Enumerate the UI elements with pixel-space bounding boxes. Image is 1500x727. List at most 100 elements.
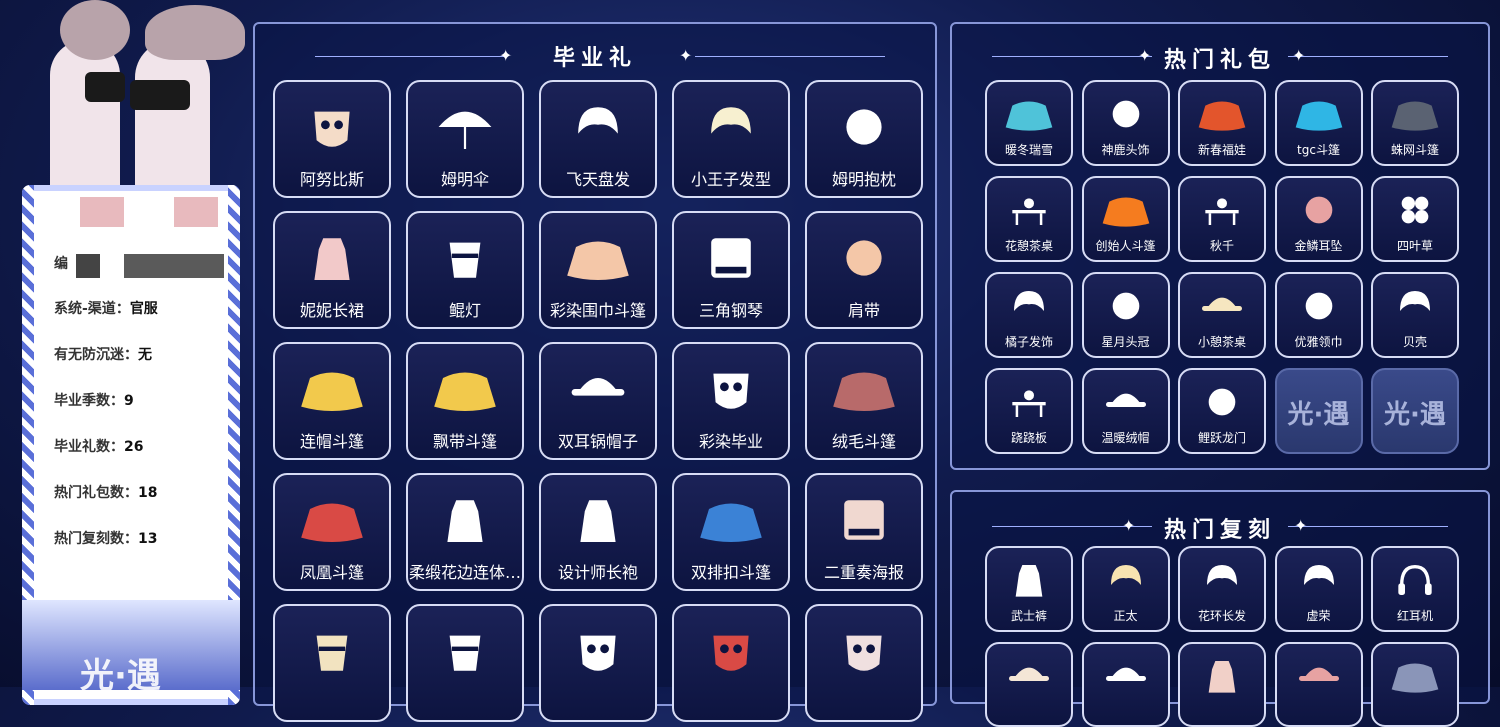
sparkle-icon: ✦ xyxy=(679,46,693,65)
hot-pack-item-tile[interactable]: 星月头冠 xyxy=(1081,272,1170,358)
hot-pack-item-tile[interactable]: 鲤跃龙门 xyxy=(1178,368,1266,454)
hot-pack-item-tile[interactable]: 秋千 xyxy=(1178,176,1266,262)
title-line xyxy=(1288,526,1448,527)
graduation-item-tile[interactable]: 三角钢琴 xyxy=(672,211,790,329)
hot-pack-item-tile[interactable]: 贝壳 xyxy=(1371,272,1459,358)
item-label: 创始人斗篷 xyxy=(1095,239,1156,253)
graduation-item-tile[interactable] xyxy=(406,604,524,722)
hot-pack-item-tile[interactable]: 光·遇 xyxy=(1371,368,1459,454)
graduation-item-tile[interactable]: 姆明抱枕 xyxy=(805,80,923,198)
sparkle-icon: ✦ xyxy=(1294,516,1308,535)
sparkle-icon: ✦ xyxy=(499,46,513,65)
item-label: tgc斗篷 xyxy=(1297,143,1340,157)
item-label: 姆明抱枕 xyxy=(831,170,896,189)
graduation-item-tile[interactable]: 绒毛斗篷 xyxy=(805,342,923,460)
graduation-item-tile[interactable]: 连帽斗篷 xyxy=(273,342,391,460)
hot-pack-item-tile[interactable]: 新春福娃 xyxy=(1178,80,1266,166)
graduation-item-tile[interactable]: 设计师长袍 xyxy=(539,473,657,591)
sparkle-icon: ✦ xyxy=(1292,46,1306,65)
info-channel: 系统-渠道：官服 xyxy=(54,301,158,317)
hot-rerun-item-tile[interactable] xyxy=(1178,642,1266,727)
item-label: 柔缎花边连体… xyxy=(408,563,521,582)
graduation-item-tile[interactable] xyxy=(273,604,391,722)
redacted-block xyxy=(80,197,124,227)
hot-rerun-item-tile[interactable]: 虚荣 xyxy=(1274,546,1363,632)
info-hot-pack-count: 热门礼包数：18 xyxy=(54,485,158,501)
item-label: 凤凰斗篷 xyxy=(299,563,364,582)
hot-pack-item-tile[interactable]: 四叶草 xyxy=(1371,176,1459,262)
hot-rerun-item-tile[interactable] xyxy=(1371,642,1459,727)
item-label: 橘子发饰 xyxy=(1004,335,1053,349)
graduation-item-tile[interactable]: 肩带 xyxy=(805,211,923,329)
item-label: 贝壳 xyxy=(1402,335,1427,349)
item-label: 跷跷板 xyxy=(1010,431,1047,445)
graduation-item-tile[interactable]: 双排扣斗篷 xyxy=(672,473,790,591)
graduation-item-tile[interactable]: 飘带斗篷 xyxy=(406,342,524,460)
item-label: 武士裤 xyxy=(1010,609,1047,623)
item-label: 二重奏海报 xyxy=(823,563,904,582)
graduation-item-tile[interactable]: 柔缎花边连体… xyxy=(406,473,524,591)
item-label: 金鳞耳坠 xyxy=(1294,239,1343,253)
graduation-item-tile[interactable]: 小王子发型 xyxy=(672,80,790,198)
graduation-item-tile[interactable]: 双耳锅帽子 xyxy=(539,342,657,460)
item-label: 花憩茶桌 xyxy=(1004,239,1053,253)
graduation-item-tile[interactable]: 二重奏海报 xyxy=(805,473,923,591)
item-label: 飘带斗篷 xyxy=(432,432,497,451)
mascot-illustration xyxy=(30,0,250,210)
hot-rerun-item-tile[interactable]: 红耳机 xyxy=(1371,546,1459,632)
hot-rerun-item-tile[interactable]: 正太 xyxy=(1081,546,1170,632)
hot-pack-item-tile[interactable]: 小憩茶桌 xyxy=(1178,272,1266,358)
hot-pack-item-tile[interactable]: 优雅领巾 xyxy=(1274,272,1363,358)
item-label: 优雅领巾 xyxy=(1294,335,1343,349)
hot-rerun-item-tile[interactable]: 武士裤 xyxy=(985,546,1073,632)
graduation-item-tile[interactable]: 阿努比斯 xyxy=(273,80,391,198)
graduation-item-tile[interactable]: 彩染围巾斗篷 xyxy=(539,211,657,329)
hot-pack-item-tile[interactable]: 橘子发饰 xyxy=(985,272,1073,358)
item-label: 飞天盘发 xyxy=(565,170,630,189)
graduation-item-tile[interactable] xyxy=(805,604,923,722)
graduation-item-tile[interactable] xyxy=(672,604,790,722)
item-label: 双排扣斗篷 xyxy=(690,563,771,582)
hot-pack-item-tile[interactable]: 跷跷板 xyxy=(985,368,1073,454)
hot-pack-item-tile[interactable]: 蛛网斗篷 xyxy=(1371,80,1459,166)
hot-pack-item-tile[interactable]: 花憩茶桌 xyxy=(985,176,1073,262)
graduation-item-tile[interactable]: 妮妮长裙 xyxy=(273,211,391,329)
item-label: 姆明伞 xyxy=(440,170,489,189)
item-label: 小王子发型 xyxy=(690,170,771,189)
item-label: 神鹿头饰 xyxy=(1101,143,1150,157)
item-label: 四叶草 xyxy=(1396,239,1433,253)
item-label: 秋千 xyxy=(1209,239,1234,253)
item-label: 彩染毕业 xyxy=(698,432,763,451)
graduation-item-tile[interactable]: 飞天盘发 xyxy=(539,80,657,198)
item-label: 双耳锅帽子 xyxy=(557,432,638,451)
game-logo: 光·遇 xyxy=(80,656,161,696)
hot-pack-item-tile[interactable]: 神鹿头饰 xyxy=(1081,80,1170,166)
locked-logo: 光·遇 xyxy=(1384,400,1446,430)
item-label: 蛛网斗篷 xyxy=(1390,143,1439,157)
item-label: 星月头冠 xyxy=(1101,335,1150,349)
graduation-item-tile[interactable]: 彩染毕业 xyxy=(672,342,790,460)
item-label: 三角钢琴 xyxy=(698,301,763,320)
hot-rerun-item-tile[interactable] xyxy=(985,642,1073,727)
item-label: 小憩茶桌 xyxy=(1197,335,1246,349)
item-label: 彩染围巾斗篷 xyxy=(549,301,646,320)
panel-title: 热门复刻 xyxy=(1163,518,1276,543)
hot-rerun-item-tile[interactable]: 花环长发 xyxy=(1178,546,1266,632)
graduation-item-tile[interactable]: 凤凰斗篷 xyxy=(273,473,391,591)
hot-rerun-item-tile[interactable] xyxy=(1274,642,1363,727)
hot-pack-item-tile[interactable]: 光·遇 xyxy=(1274,368,1363,454)
hot-pack-item-tile[interactable]: tgc斗篷 xyxy=(1274,80,1363,166)
hot-pack-item-tile[interactable]: 暖冬瑞雪 xyxy=(985,80,1073,166)
hot-pack-item-tile[interactable]: 温暖绒帽 xyxy=(1081,368,1170,454)
hot-pack-item-tile[interactable]: 金鳞耳坠 xyxy=(1274,176,1363,262)
graduation-item-tile[interactable] xyxy=(539,604,657,722)
item-label: 绒毛斗篷 xyxy=(831,432,896,451)
item-label: 阿努比斯 xyxy=(299,170,364,189)
graduation-item-tile[interactable]: 姆明伞 xyxy=(406,80,524,198)
graduation-item-tile[interactable]: 鲲灯 xyxy=(406,211,524,329)
hot-rerun-item-tile[interactable] xyxy=(1081,642,1170,727)
hot-pack-item-tile[interactable]: 创始人斗篷 xyxy=(1081,176,1170,262)
item-label: 温暖绒帽 xyxy=(1101,431,1150,445)
locked-logo: 光·遇 xyxy=(1287,400,1350,430)
item-label: 新春福娃 xyxy=(1197,143,1246,157)
